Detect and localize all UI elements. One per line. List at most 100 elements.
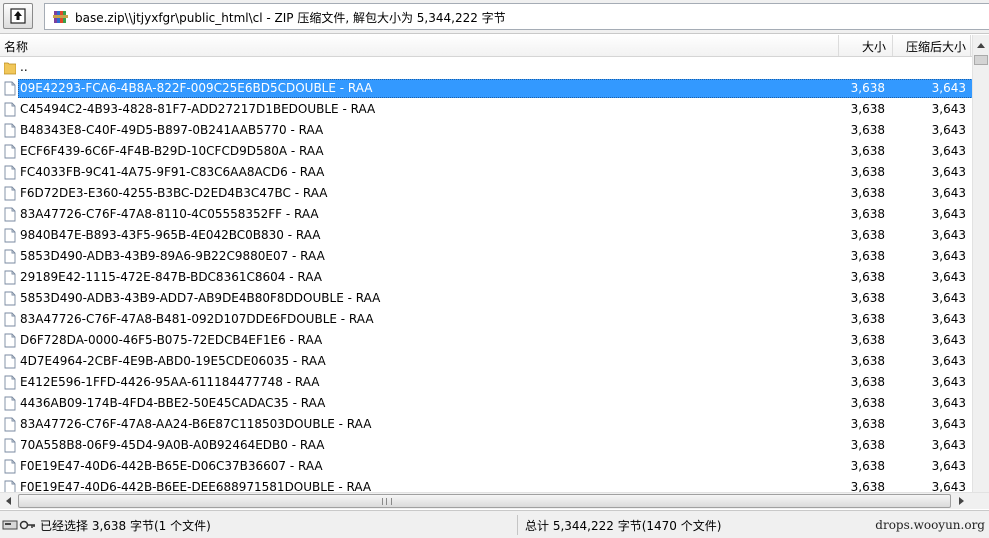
row-packed-size: 3,643 — [931, 417, 966, 431]
row-packed-size: 3,643 — [931, 354, 966, 368]
file-row[interactable]: B48343E8-C40F-49D5-B897-0B241AAB5770 - R… — [0, 120, 977, 141]
scroll-up-icon[interactable] — [973, 37, 989, 54]
row-name: 4436AB09-174B-4FD4-BBE2-50E45CADAC35 - R… — [20, 396, 326, 410]
file-icon — [4, 459, 16, 474]
file-icon — [4, 144, 16, 159]
row-name: F6D72DE3-E360-4255-B3BC-D2ED4B3C47BC - R… — [20, 186, 328, 200]
file-row[interactable]: 4436AB09-174B-4FD4-BBE2-50E45CADAC35 - R… — [0, 393, 977, 414]
file-icon — [4, 165, 16, 180]
row-name: C45494C2-4B93-4828-81F7-ADD27217D1BEDOUB… — [20, 102, 376, 116]
winrar-archive-icon — [53, 11, 68, 23]
row-size: 3,638 — [850, 438, 885, 452]
file-row[interactable]: 83A47726-C76F-47A8-8110-4C05558352FF - R… — [0, 204, 977, 225]
row-packed-size: 3,643 — [931, 123, 966, 137]
vertical-scrollbar[interactable] — [972, 35, 989, 492]
row-size: 3,638 — [850, 417, 885, 431]
row-name: E412E596-1FFD-4426-95AA-611184477748 - R… — [20, 375, 320, 389]
row-name: 4D7E4964-2CBF-4E9B-ABD0-19E5CDE06035 - R… — [20, 354, 326, 368]
file-row[interactable]: F0E19E47-40D6-442B-B6EE-DEE688971581DOUB… — [0, 477, 977, 492]
file-icon — [4, 207, 16, 222]
file-icon — [4, 417, 16, 432]
row-name: B48343E8-C40F-49D5-B897-0B241AAB5770 - R… — [20, 123, 324, 137]
column-header: 名称 大小 压缩后大小 类 — [0, 35, 989, 57]
file-row[interactable]: 70A558B8-06F9-45D4-9A0B-A0B92464EDB0 - R… — [0, 435, 977, 456]
row-packed-size: 3,643 — [931, 249, 966, 263]
column-name-header[interactable]: 名称 — [4, 38, 28, 55]
file-row[interactable]: C45494C2-4B93-4828-81F7-ADD27217D1BEDOUB… — [0, 99, 977, 120]
row-packed-size: 3,643 — [931, 459, 966, 473]
file-icon — [4, 333, 16, 348]
file-row[interactable]: F6D72DE3-E360-4255-B3BC-D2ED4B3C47BC - R… — [0, 183, 977, 204]
file-icon — [4, 480, 16, 492]
row-name: 5853D490-ADB3-43B9-89A6-9B22C9880E07 - R… — [20, 249, 325, 263]
column-divider[interactable] — [838, 35, 839, 56]
file-icon — [4, 81, 16, 96]
row-size: 3,638 — [850, 333, 885, 347]
file-row[interactable]: E412E596-1FFD-4426-95AA-611184477748 - R… — [0, 372, 977, 393]
file-row[interactable]: 83A47726-C76F-47A8-AA24-B6E87C118503DOUB… — [0, 414, 977, 435]
file-row[interactable]: 9840B47E-B893-43F5-965B-4E042BC0B830 - R… — [0, 225, 977, 246]
file-row[interactable]: F0E19E47-40D6-442B-B65E-D06C37B36607 - R… — [0, 456, 977, 477]
row-name: 5853D490-ADB3-43B9-ADD7-AB9DE4B80F8DDOUB… — [20, 291, 381, 305]
file-icon — [4, 312, 16, 327]
parent-folder-row[interactable]: .. — [0, 57, 977, 78]
up-folder-button[interactable] — [3, 3, 33, 29]
file-row[interactable]: 5853D490-ADB3-43B9-89A6-9B22C9880E07 - R… — [0, 246, 977, 267]
file-row[interactable]: 4D7E4964-2CBF-4E9B-ABD0-19E5CDE06035 - R… — [0, 351, 977, 372]
file-row[interactable]: 5853D490-ADB3-43B9-ADD7-AB9DE4B80F8DDOUB… — [0, 288, 977, 309]
file-icon — [4, 354, 16, 369]
column-size-header[interactable]: 大小 — [862, 38, 886, 55]
file-row[interactable]: FC4033FB-9C41-4A75-9F91-C83C6AA8ACD6 - R… — [0, 162, 977, 183]
file-list[interactable]: .. 09E42293-FCA6-4B8A-822F-009C25E6BD5CDO… — [0, 57, 977, 492]
file-row[interactable]: ECF6F439-6C6F-4F4B-B29D-10CFCD9D580A - R… — [0, 141, 977, 162]
status-divider — [517, 515, 518, 535]
file-icon — [4, 270, 16, 285]
up-arrow-icon — [10, 8, 26, 24]
row-name: 9840B47E-B893-43F5-965B-4E042BC0B830 - R… — [20, 228, 321, 242]
row-packed-size: 3,643 — [931, 333, 966, 347]
scroll-left-icon[interactable] — [0, 493, 17, 509]
archive-path-field[interactable]: base.zip\\jtjyxfgr\public_html\cl - ZIP … — [44, 3, 989, 30]
row-packed-size: 3,643 — [931, 438, 966, 452]
row-size: 3,638 — [850, 228, 885, 242]
file-icon — [4, 249, 16, 264]
path-bar: base.zip\\jtjyxfgr\public_html\cl - ZIP … — [0, 0, 989, 34]
scroll-grip — [382, 498, 392, 505]
column-divider[interactable] — [970, 35, 971, 56]
column-packed-header[interactable]: 压缩后大小 — [906, 38, 966, 55]
total-status: 总计 5,344,222 字节(1470 个文件) — [525, 519, 722, 533]
file-icon — [4, 438, 16, 453]
row-name: 29189E42-1115-472E-847B-BDC8361C8604 - R… — [20, 270, 322, 284]
vertical-scroll-thumb[interactable] — [974, 55, 988, 65]
row-size: 3,638 — [850, 396, 885, 410]
row-name: FC4033FB-9C41-4A75-9F91-C83C6AA8ACD6 - R… — [20, 165, 325, 179]
row-size: 3,638 — [850, 207, 885, 221]
row-packed-size: 3,643 — [931, 144, 966, 158]
file-row[interactable]: 83A47726-C76F-47A8-B481-092D107DDE6FDOUB… — [0, 309, 977, 330]
horizontal-scrollbar[interactable] — [0, 492, 989, 509]
file-icon — [4, 123, 16, 138]
file-icon — [4, 186, 16, 201]
status-bar: 已经选择 3,638 字节(1 个文件) 总计 5,344,222 字节(147… — [0, 510, 989, 538]
row-packed-size: 3,643 — [931, 270, 966, 284]
file-row[interactable]: 29189E42-1115-472E-847B-BDC8361C8604 - R… — [0, 267, 977, 288]
row-size: 3,638 — [850, 186, 885, 200]
file-icon — [4, 291, 16, 306]
row-packed-size: 3,643 — [931, 207, 966, 221]
row-packed-size: 3,643 — [931, 165, 966, 179]
drive-key-icon — [2, 520, 35, 530]
row-size: 3,638 — [850, 102, 885, 116]
row-name: .. — [20, 60, 28, 74]
file-icon — [4, 102, 16, 117]
row-packed-size: 3,643 — [931, 228, 966, 242]
file-row[interactable]: D6F728DA-0000-46F5-B075-72EDCB4EF1E6 - R… — [0, 330, 977, 351]
scroll-right-icon[interactable] — [953, 493, 970, 509]
row-name: 70A558B8-06F9-45D4-9A0B-A0B92464EDB0 - R… — [20, 438, 325, 452]
column-divider[interactable] — [892, 35, 893, 56]
row-name: 83A47726-C76F-47A8-B481-092D107DDE6FDOUB… — [20, 312, 374, 326]
folder-icon — [4, 62, 16, 75]
row-size: 3,638 — [850, 291, 885, 305]
horizontal-scroll-thumb[interactable] — [18, 494, 951, 508]
file-row[interactable]: 09E42293-FCA6-4B8A-822F-009C25E6BD5CDOUB… — [0, 78, 977, 99]
selection-status: 已经选择 3,638 字节(1 个文件) — [40, 519, 211, 533]
